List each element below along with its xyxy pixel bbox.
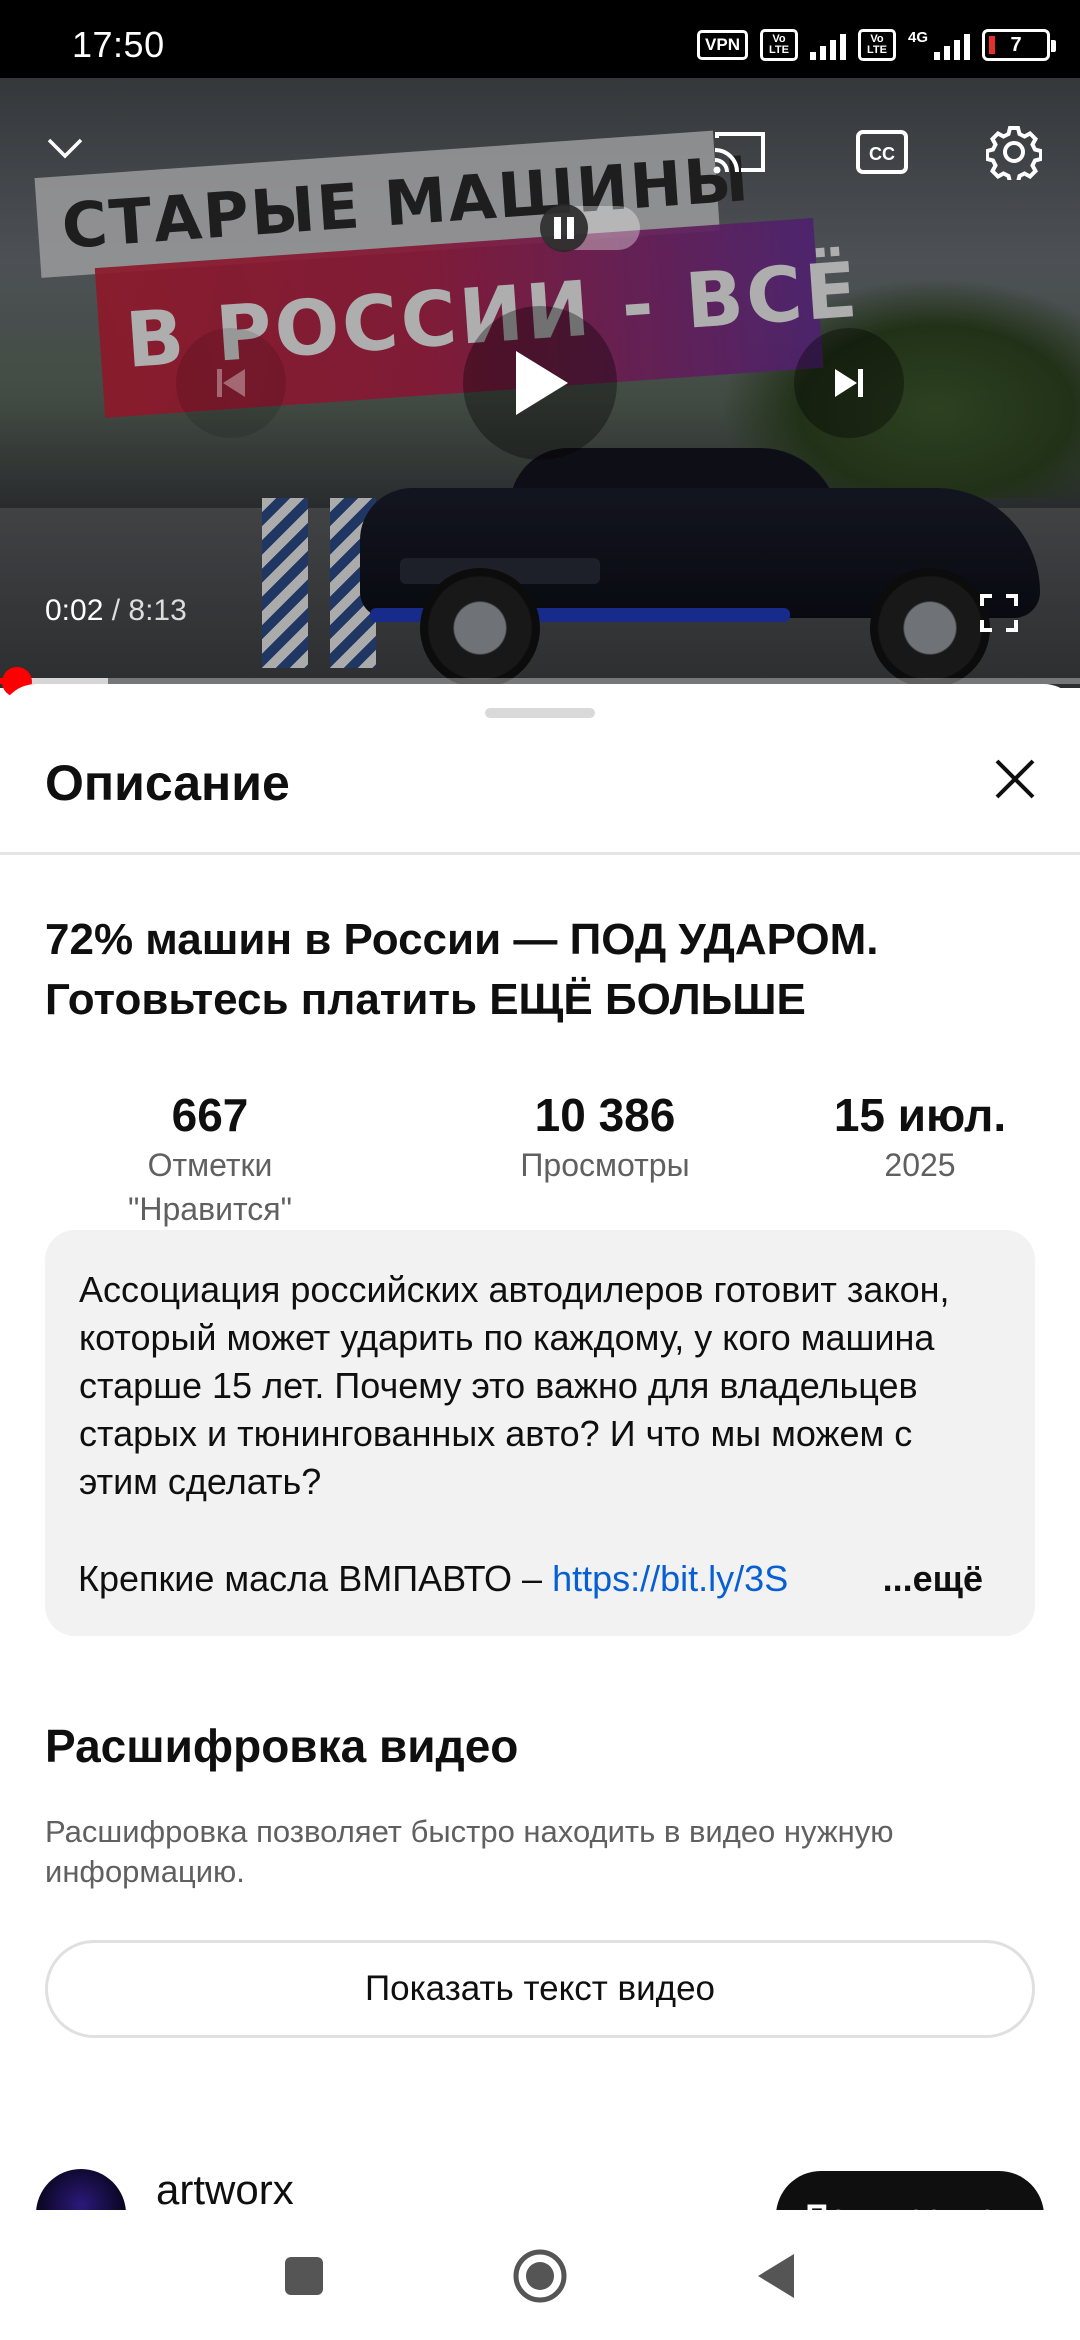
home-circle-icon: [513, 2249, 567, 2303]
time-display: 0:02 / 8:13: [45, 594, 187, 628]
likes-label: Отметки "Нравится": [128, 1147, 292, 1227]
back-button[interactable]: [746, 2246, 806, 2306]
views-label: Просмотры: [520, 1147, 690, 1183]
signal-icon-2: [934, 30, 970, 60]
description-text: Ассоциация российских автодилеров готови…: [79, 1269, 950, 1502]
vpn-icon: VPN: [697, 30, 748, 60]
recents-button[interactable]: [274, 2246, 334, 2306]
fullscreen-button[interactable]: [976, 590, 1022, 636]
drag-handle[interactable]: [485, 708, 595, 718]
chevron-down-icon: [47, 138, 83, 159]
transcript-title: Расшифровка видео: [45, 1720, 519, 1772]
stat-date: 15 июл. 2025: [805, 1087, 1035, 1187]
minimize-button[interactable]: [30, 118, 100, 178]
divider: [0, 852, 1080, 855]
network-type: 4G: [907, 28, 928, 46]
status-bar: 17:50 VPN Vo LTE Vo LTE 4G 7: [0, 0, 1080, 78]
more-button[interactable]: ...ещё: [842, 1554, 983, 1604]
signal-icon: [809, 30, 846, 60]
captions-icon: CC: [856, 130, 908, 174]
svg-text:CC: CC: [869, 144, 895, 164]
system-nav-bar: [0, 2210, 1080, 2340]
cast-icon: [713, 132, 765, 174]
pause-icon: [540, 204, 588, 252]
previous-button[interactable]: [176, 328, 286, 438]
volte-icon-2: Vo LTE: [857, 29, 896, 61]
duration: 8:13: [128, 594, 187, 627]
square-icon: [285, 2257, 323, 2295]
skip-next-icon: [835, 369, 863, 397]
promo-text: Крепкие масла ВМПАВТО –: [78, 1558, 553, 1599]
back-triangle-icon: [758, 2254, 794, 2298]
status-icons: VPN Vo LTE Vo LTE 4G 7: [697, 28, 1056, 62]
autoplay-toggle[interactable]: [540, 204, 640, 252]
publish-year: 2025: [884, 1147, 956, 1183]
clock: 17:50: [72, 24, 165, 65]
captions-button[interactable]: CC: [852, 122, 912, 182]
skip-previous-icon: [217, 369, 245, 397]
cast-button[interactable]: [706, 122, 774, 182]
description-box[interactable]: Ассоциация российских автодилеров готови…: [45, 1230, 1035, 1636]
battery-icon: 7: [982, 29, 1056, 61]
stat-likes: 667 Отметки "Нравится": [75, 1087, 345, 1231]
promo-link[interactable]: https://bit.ly/3S: [552, 1558, 788, 1599]
stat-views: 10 386 Просмотры: [485, 1087, 725, 1187]
volte-icon: Vo LTE: [759, 29, 798, 61]
video-stats: 667 Отметки "Нравится" 10 386 Просмотры …: [45, 1087, 1035, 1227]
fullscreen-icon: [980, 594, 1018, 632]
next-button[interactable]: [794, 328, 904, 438]
transcript-subtitle: Расшифровка позволяет быстро находить в …: [45, 1814, 894, 1889]
gear-icon: [986, 126, 1042, 180]
likes-count: 667: [171, 1089, 249, 1141]
show-transcript-button[interactable]: Показать текст видео: [45, 1940, 1035, 2038]
close-icon: [995, 759, 1035, 799]
channel-name[interactable]: artworx: [156, 2166, 294, 2210]
settings-button[interactable]: [982, 120, 1046, 184]
publish-date: 15 июл.: [833, 1089, 1007, 1141]
subscribe-button[interactable]: Подписаться: [776, 2171, 1044, 2210]
time-separator: /: [103, 594, 129, 627]
views-count: 10 386: [534, 1089, 676, 1141]
current-time: 0:02: [45, 594, 104, 627]
description-sheet: Описание 72% машин в России — ПОД УДАРОМ…: [0, 684, 1080, 2210]
video-title: 72% машин в России — ПОД УДАРОМ. Готовьт…: [45, 915, 879, 1024]
close-button[interactable]: [980, 744, 1050, 814]
sheet-title: Описание: [45, 755, 290, 811]
channel-avatar[interactable]: [36, 2169, 126, 2210]
play-button[interactable]: [463, 306, 617, 460]
home-button[interactable]: [510, 2246, 570, 2306]
play-icon: [516, 351, 568, 415]
video-player[interactable]: СТАРЫЕ МАШИНЫ В РОССИИ - ВСЁ CC 0:02 / 8…: [0, 78, 1080, 688]
